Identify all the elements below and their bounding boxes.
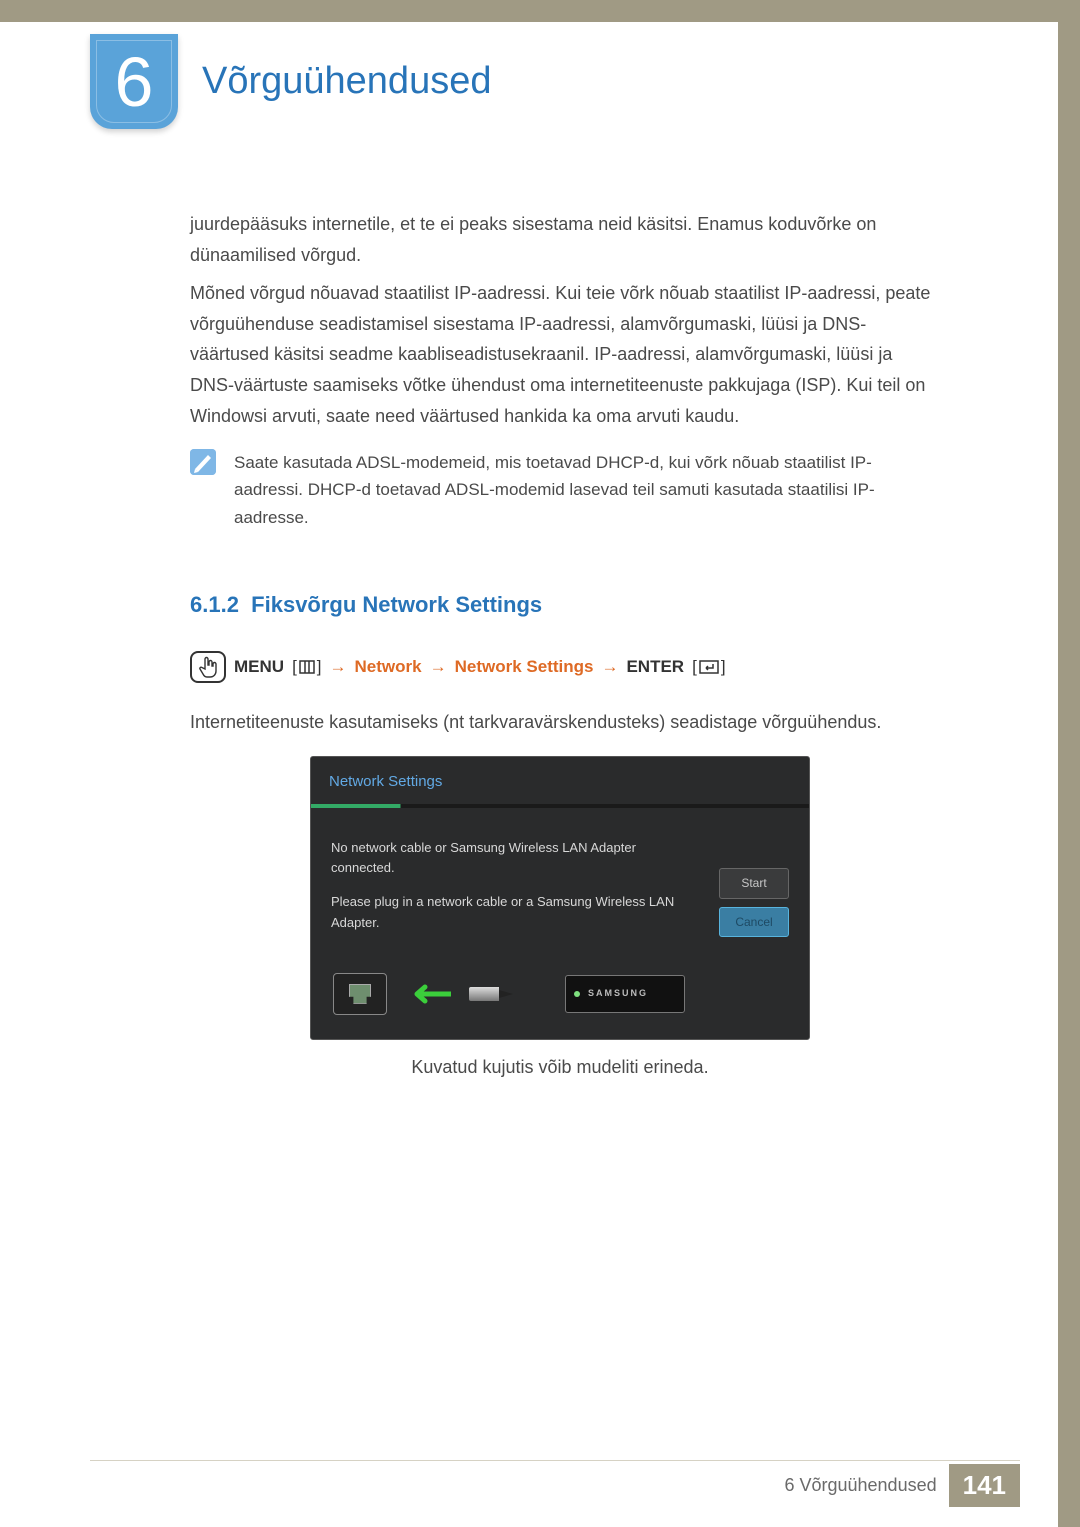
body-text: Internetiteenuste kasutamiseks (nt tarkv… — [190, 707, 938, 738]
screenshot-caption: Kuvatud kujutis võib mudeliti erineda. — [310, 1052, 810, 1083]
menu-icon: [] — [292, 653, 321, 682]
adapter-brand: SAMSUNG — [588, 986, 648, 1001]
paragraph-1: juurdepääsuks internetile, et te ei peak… — [190, 209, 938, 270]
note-icon — [190, 449, 216, 475]
arrow-icon: → — [430, 653, 447, 682]
footer-label: 6 Võrguühendused — [784, 1475, 936, 1496]
plug-arrow-icon — [405, 984, 451, 1004]
start-button[interactable]: Start — [719, 868, 789, 898]
menu-path: MENU [] → Network → Network Settings → E… — [190, 651, 938, 683]
chapter-header: 6 Võrguühendused — [0, 22, 1058, 129]
enter-icon: [] — [692, 653, 725, 682]
path-network-settings: Network Settings — [455, 653, 594, 682]
ethernet-jack-icon — [333, 973, 387, 1015]
path-network: Network — [355, 653, 422, 682]
content-area: juurdepääsuks internetile, et te ei peak… — [0, 129, 1058, 1082]
page-number: 141 — [949, 1464, 1020, 1507]
note-block: Saate kasutada ADSL-modemeid, mis toetav… — [190, 449, 938, 531]
led-icon — [574, 991, 580, 997]
page: 6 Võrguühendused juurdepääsuks interneti… — [0, 0, 1080, 1527]
cable-connector-icon — [469, 987, 499, 1001]
cancel-button[interactable]: Cancel — [719, 907, 789, 937]
page-footer: 6 Võrguühendused 141 — [784, 1464, 1020, 1507]
section-number: 6.1.2 — [190, 592, 239, 617]
chapter-title: Võrguühendused — [202, 60, 491, 103]
wireless-adapter-icon: SAMSUNG — [565, 975, 685, 1013]
arrow-icon: → — [330, 653, 347, 682]
arrow-icon: → — [601, 653, 618, 682]
enter-label: ENTER — [626, 653, 684, 682]
dialog-body: No network cable or Samsung Wireless LAN… — [311, 812, 809, 965]
chapter-number: 6 — [115, 42, 154, 122]
dialog-message: No network cable or Samsung Wireless LAN… — [331, 838, 703, 947]
section-title: Fiksvõrgu Network Settings — [251, 592, 542, 617]
section-heading: 6.1.2 Fiksvõrgu Network Settings — [190, 586, 938, 623]
footer-divider — [90, 1460, 1020, 1461]
dialog-illustration: SAMSUNG — [311, 965, 809, 1039]
dialog-actions: Start Cancel — [719, 838, 789, 947]
note-text: Saate kasutada ADSL-modemeid, mis toetav… — [234, 449, 938, 531]
dialog-msg-1: No network cable or Samsung Wireless LAN… — [331, 838, 703, 878]
paragraph-2: Mõned võrgud nõuavad staatilist IP-aadre… — [190, 278, 938, 431]
dialog-title: Network Settings — [311, 757, 809, 805]
chapter-number-badge: 6 — [90, 34, 178, 129]
menu-label: MENU — [234, 653, 284, 682]
network-settings-dialog: Network Settings No network cable or Sam… — [310, 756, 810, 1040]
hand-icon — [190, 651, 226, 683]
dialog-msg-2: Please plug in a network cable or a Sams… — [331, 892, 703, 932]
dialog-separator — [311, 804, 809, 808]
